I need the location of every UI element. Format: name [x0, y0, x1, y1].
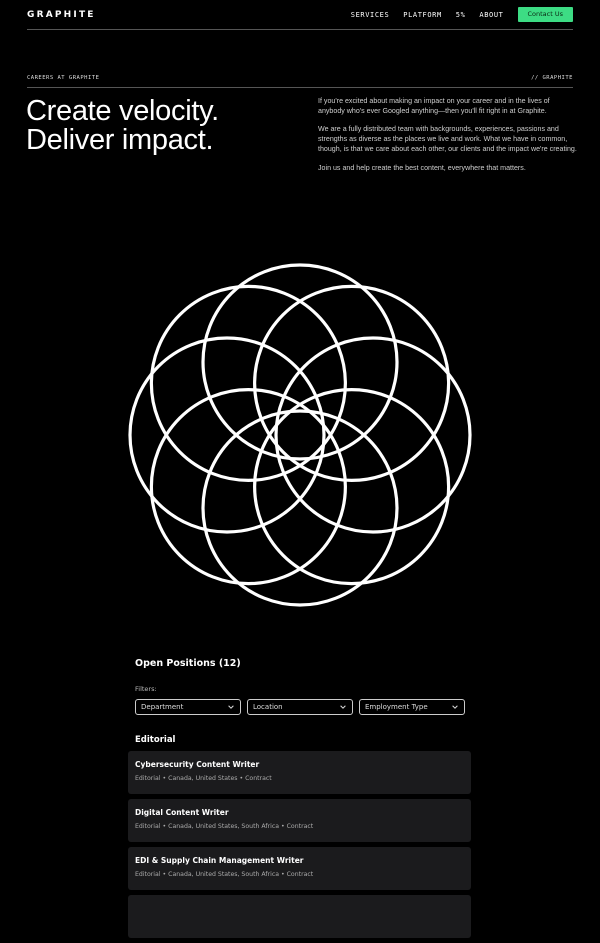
logo[interactable]: GRAPHITE: [27, 10, 96, 20]
hero-intro: If you're excited about making an impact…: [318, 97, 578, 182]
hero-headline: Create velocity. Deliver impact.: [26, 97, 296, 155]
main-nav: SERVICES PLATFORM 5% ABOUT Contact Us: [337, 7, 573, 22]
section-brand-label: // GRAPHITE: [531, 75, 573, 81]
nav-services[interactable]: SERVICES: [351, 8, 390, 22]
nav-about[interactable]: ABOUT: [479, 8, 503, 22]
job-meta: Editorial • Canada, United States • Cont…: [135, 775, 272, 782]
job-title: EDI & Supply Chain Management Writer: [135, 856, 304, 865]
job-meta: Editorial • Canada, United States, South…: [135, 823, 314, 830]
contact-us-button[interactable]: Contact Us: [517, 7, 573, 22]
location-filter-label: Location: [253, 703, 283, 711]
flower-circle: [128, 336, 326, 534]
intro-paragraph-1: If you're excited about making an impact…: [318, 97, 550, 115]
flower-circle: [149, 284, 347, 482]
flower-circle: [201, 409, 399, 607]
job-list: Cybersecurity Content Writer Editorial •…: [128, 751, 471, 943]
job-card[interactable]: EDI & Supply Chain Management Writer Edi…: [128, 847, 471, 890]
chevron-down-icon: [228, 705, 234, 709]
job-meta: Editorial • Canada, United States, South…: [135, 871, 314, 878]
flower-circle: [253, 284, 451, 482]
filters-label: Filters:: [135, 685, 157, 693]
headline-line-1: Create velocity.: [26, 95, 219, 127]
chevron-down-icon: [452, 705, 458, 709]
employment-type-filter[interactable]: Employment Type: [359, 699, 465, 715]
job-title: Digital Content Writer: [135, 808, 229, 817]
employment-type-filter-label: Employment Type: [365, 703, 428, 711]
headline-line-2: Deliver impact.: [26, 124, 214, 156]
section-label: CAREERS AT GRAPHITE: [27, 75, 100, 81]
flower-circle: [149, 388, 347, 586]
job-card[interactable]: Cybersecurity Content Writer Editorial •…: [128, 751, 471, 794]
nav-platform[interactable]: PLATFORM: [403, 8, 442, 22]
department-filter-label: Department: [141, 703, 184, 711]
job-card[interactable]: Digital Content Writer Editorial • Canad…: [128, 799, 471, 842]
section-label-bar: CAREERS AT GRAPHITE // GRAPHITE: [27, 71, 573, 88]
location-filter[interactable]: Location: [247, 699, 353, 715]
department-filter[interactable]: Department: [135, 699, 241, 715]
positions-title: Open Positions (12): [135, 658, 241, 669]
filters-row: Department Location Employment Type: [135, 699, 465, 715]
flower-circle: [253, 388, 451, 586]
site-header: GRAPHITE SERVICES PLATFORM 5% ABOUT Cont…: [27, 0, 573, 30]
nav-5-percent[interactable]: 5%: [456, 8, 466, 22]
flower-circle: [201, 263, 399, 461]
job-card[interactable]: [128, 895, 471, 938]
chevron-down-icon: [340, 705, 346, 709]
intro-paragraph-3: Join us and help create the best content…: [318, 163, 526, 172]
flower-circle: [274, 336, 472, 534]
job-title: Cybersecurity Content Writer: [135, 760, 260, 769]
intro-paragraph-2: We are a fully distributed team with bac…: [318, 125, 577, 153]
flower-of-life-icon: [128, 263, 472, 607]
department-heading: Editorial: [135, 735, 176, 745]
